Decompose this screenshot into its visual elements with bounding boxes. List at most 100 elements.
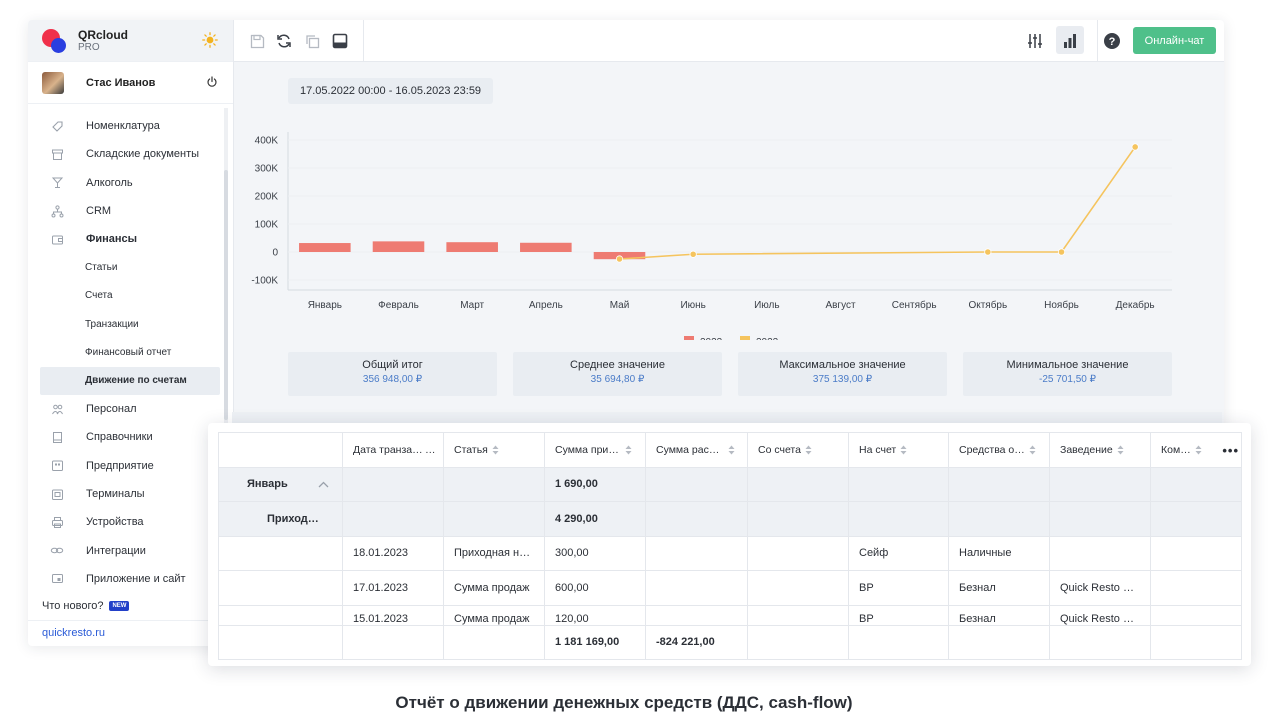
glass-icon [50, 176, 64, 190]
summary-card-min: Минимальное значение -25 701,50 ₽ [963, 352, 1172, 396]
sort-icon[interactable] [1029, 445, 1036, 455]
user-profile[interactable]: Стас Иванов [28, 62, 233, 104]
copy-icon[interactable] [303, 32, 321, 50]
whats-new-link[interactable]: Что нового? NEW [42, 600, 130, 612]
sidebar-item-app-site[interactable]: Приложение и сайт [28, 565, 234, 593]
table-cell [1150, 604, 1242, 626]
sort-icon[interactable] [728, 445, 735, 455]
power-icon[interactable] [206, 76, 218, 88]
page-caption: Отчёт о движении денежных средств (ДДС, … [395, 693, 853, 712]
sidebar-subitem-transactions[interactable]: Транзакции [28, 310, 234, 338]
y-tick-label: 200K [255, 192, 279, 203]
table-cell [1150, 570, 1242, 606]
refresh-icon[interactable] [275, 32, 293, 50]
line-2022 [619, 146, 1136, 260]
column-header-date[interactable]: Дата транзакции [342, 432, 444, 468]
site-link[interactable]: quickresto.ru [28, 620, 234, 646]
sidebar-scroll-thumb[interactable] [224, 170, 228, 420]
sidebar-item-enterprise[interactable]: Предприятие [28, 452, 234, 480]
sidebar-item-crm[interactable]: CRM [28, 197, 234, 225]
column-header-payment-means[interactable]: Средства оплаты [948, 432, 1050, 468]
sidebar-subitem-articles[interactable]: Статьи [28, 253, 234, 281]
sidebar-item-integrations[interactable]: Интеграции [28, 536, 234, 564]
brand-plan: PRO [78, 41, 100, 53]
online-chat-button[interactable]: Онлайн-чат [1133, 27, 1216, 54]
table-cell [747, 604, 849, 626]
save-icon[interactable] [248, 32, 266, 50]
summary-card-average: Среднее значение 35 694,80 ₽ [513, 352, 722, 396]
table-cell: Quick Resto Cafe [1049, 604, 1151, 626]
table-cell [443, 624, 545, 660]
column-header-to-account[interactable]: На счет [848, 432, 949, 468]
table-cell: Сумма продаж [443, 570, 545, 606]
table-cell [948, 466, 1050, 502]
sidebar-item-staff[interactable]: Персонал [28, 395, 234, 423]
column-header-expense[interactable]: Сумма расхода [645, 432, 748, 468]
terminal-icon [50, 487, 64, 501]
x-tick-label: Май [610, 300, 630, 311]
sidebar-subitem-financial-report[interactable]: Финансовый отчет [28, 338, 234, 366]
brand[interactable]: QRcloud PRO [28, 20, 233, 62]
sort-icon[interactable] [492, 445, 499, 455]
table-cell: BP [848, 604, 949, 626]
summary-cards: Общий итог 356 948,00 ₽ Среднее значение… [288, 352, 1172, 396]
group-row-month[interactable]: Январь 1 690,00 [218, 466, 1242, 502]
column-header-venue[interactable]: Заведение [1049, 432, 1151, 468]
chevron-up-icon[interactable] [328, 515, 339, 522]
table-row[interactable]: 18.01.2023 Приходная накладная 300,00 Се… [218, 535, 1242, 571]
table-cell [645, 466, 748, 502]
help-icon[interactable]: ? [1103, 32, 1121, 50]
table-cell [1150, 501, 1242, 537]
sort-icon[interactable] [1117, 445, 1124, 455]
sidebar-item-devices[interactable]: Устройства [28, 508, 234, 536]
bar-chart-icon[interactable] [1061, 32, 1079, 50]
chevron-up-icon[interactable] [318, 481, 329, 488]
tag-icon [50, 119, 64, 133]
toolbar-divider [363, 20, 364, 62]
sidebar-item-alcohol[interactable]: Алкоголь [28, 169, 234, 197]
export-icon[interactable] [331, 32, 349, 50]
sidebar-item-directories[interactable]: Справочники [28, 423, 234, 451]
y-tick-label: 400K [255, 136, 279, 147]
card-value: 356 948,00 ₽ [362, 374, 423, 385]
sidebar-item-finance[interactable]: Финансы [28, 225, 234, 253]
sidebar-item-label: Персонал [86, 403, 137, 416]
table-row[interactable]: 17.01.2023 Сумма продаж 600,00 BP Безнал… [218, 570, 1242, 606]
sidebar-item-terminals[interactable]: Терминалы [28, 480, 234, 508]
group-cell: Приход [218, 501, 343, 537]
column-header-article[interactable]: Статья [443, 432, 545, 468]
sun-icon[interactable] [202, 32, 218, 48]
total-income: 1 181 169,00 [544, 624, 646, 660]
sort-icon[interactable] [900, 445, 907, 455]
totals-row: 1 181 169,00 -824 221,00 [218, 624, 1242, 660]
table-cell [747, 501, 849, 537]
sort-icon[interactable] [625, 445, 632, 455]
sidebar-item-nomenclature[interactable]: Номенклатура [28, 112, 234, 140]
table-cell [1150, 624, 1242, 660]
date-range-picker[interactable]: 17.05.2022 00:00 - 16.05.2023 23:59 [288, 78, 494, 104]
sidebar-subitem-accounts[interactable]: Счета [28, 282, 234, 310]
table-cell [443, 466, 545, 502]
book-icon [50, 430, 64, 444]
sidebar-item-label: Предприятие [86, 459, 154, 472]
link-icon [50, 544, 64, 558]
bar-2023 [520, 242, 572, 252]
table-row[interactable]: 15.01.2023 Сумма продаж 120,00 BP Безнал… [218, 604, 1242, 626]
sidebar-subitem-account-movement[interactable]: Движение по счетам [40, 366, 220, 395]
table-cell [645, 501, 748, 537]
sort-icon[interactable] [805, 445, 812, 455]
card-value: 375 139,00 ₽ [812, 374, 873, 385]
column-label: Заведение [1060, 443, 1113, 456]
table-cell: 120,00 [544, 604, 646, 626]
group-row-type[interactable]: Приход 4 290,00 [218, 501, 1242, 537]
sidebar-item-warehouse-docs[interactable]: Складские документы [28, 140, 234, 168]
table-cell [443, 501, 545, 537]
column-header-income[interactable]: Сумма прихода [544, 432, 646, 468]
sort-icon[interactable] [1195, 445, 1202, 455]
filter-sliders-icon[interactable] [1026, 32, 1044, 50]
x-tick-label: Ноябрь [1044, 299, 1079, 311]
table-header-row: Дата транзакции Статья Сумма прихода Сум… [218, 432, 1242, 468]
legend-swatch-2022 [740, 336, 750, 340]
column-header-from-account[interactable]: Со счета [747, 432, 849, 468]
more-options-icon[interactable]: ••• [1222, 443, 1239, 458]
